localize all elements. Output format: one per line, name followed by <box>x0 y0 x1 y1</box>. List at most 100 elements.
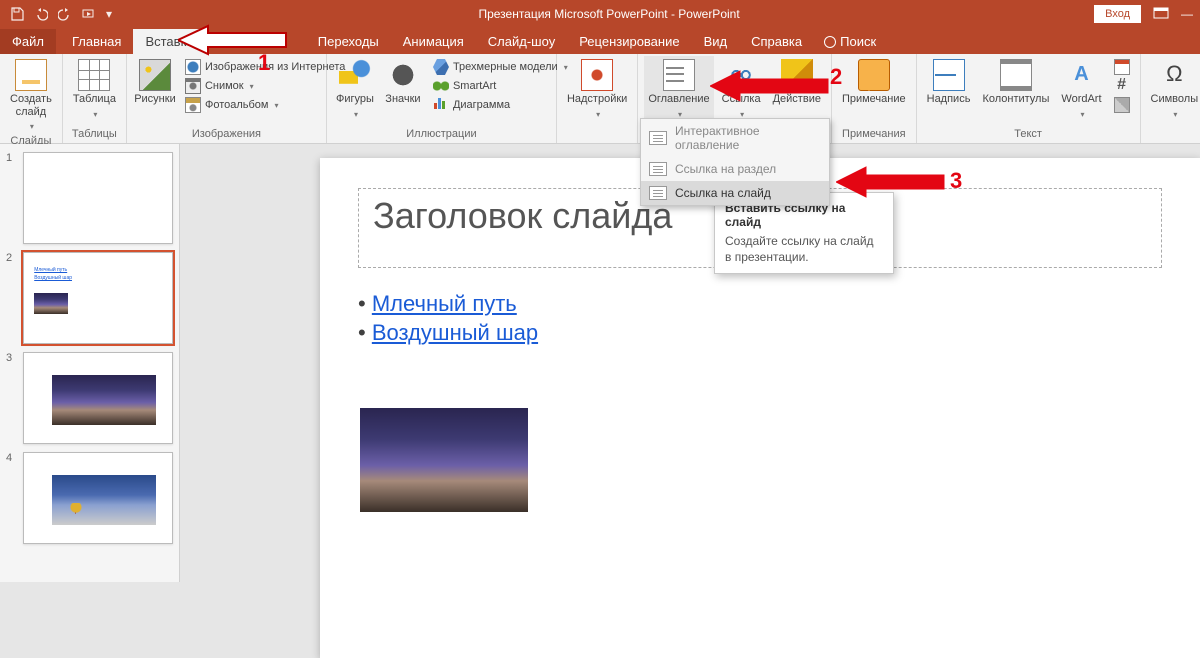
date-time-button[interactable] <box>1110 58 1134 76</box>
group-label: Текст <box>923 126 1134 143</box>
tell-me-search[interactable]: Поиск <box>814 29 886 54</box>
tab-home[interactable]: Главная <box>60 29 133 54</box>
slide-hyperlink-2[interactable]: Воздушный шар <box>372 320 538 345</box>
group-slides: Создать слайд Слайды <box>0 54 63 143</box>
thumbnail-row[interactable]: 3 <box>0 348 179 448</box>
slide-thumbnail-1[interactable] <box>23 152 173 244</box>
slide-edit-area[interactable]: Заголовок слайда Млечный путь Воздушный … <box>180 144 1200 582</box>
window-title: Презентация Microsoft PowerPoint - Power… <box>124 7 1094 21</box>
tab-insert[interactable]: Вставка <box>133 29 205 54</box>
dropdown-icon <box>1171 108 1177 121</box>
tab-slideshow[interactable]: Слайд-шоу <box>476 29 567 54</box>
link-icon <box>725 59 757 91</box>
slide-thumbnails-pane[interactable]: 1 2 Млечный путь Воздушный шар 3 4 <box>0 144 180 582</box>
shapes-button[interactable]: Фигуры <box>333 56 377 120</box>
redo-icon[interactable] <box>58 7 72 21</box>
toc-label: Оглавление <box>648 93 709 106</box>
chart-button[interactable]: Диаграмма <box>429 96 572 114</box>
symbols-button[interactable]: Ω Символы <box>1147 56 1200 120</box>
group-comments: Примечание Примечания <box>832 54 917 143</box>
link-button[interactable]: Ссылка <box>718 56 765 120</box>
dropdown-item-label: Ссылка на слайд <box>675 186 771 200</box>
dropdown-item-interactive-toc: Интерактивное оглавление <box>641 119 829 157</box>
mini-link: Воздушный шар <box>34 275 72 281</box>
undo-icon[interactable] <box>34 7 48 21</box>
group-label <box>563 138 631 143</box>
group-label: Изображения <box>133 126 320 143</box>
symbol-icon: Ω <box>1158 59 1190 91</box>
thumbnail-row[interactable]: 1 <box>0 148 179 248</box>
date-time-icon <box>1114 59 1130 75</box>
mini-image-icon <box>52 475 156 525</box>
symbol-label: Символы <box>1151 93 1199 106</box>
qat-customize-icon[interactable]: ▾ <box>106 7 114 21</box>
pictures-button[interactable]: Рисунки <box>133 56 177 106</box>
group-text: Надпись Колонтитулы AWordArt # Текст <box>917 54 1141 143</box>
annotation-number-1: 1 <box>258 50 270 76</box>
content-placeholder[interactable]: Млечный путь Воздушный шар <box>358 288 538 349</box>
action-icon <box>781 59 813 91</box>
photo-album-button[interactable]: Фотоальбом <box>181 96 349 114</box>
pictures-icon <box>139 59 171 91</box>
start-from-beginning-icon[interactable] <box>82 7 96 21</box>
ribbon-display-options-icon[interactable] <box>1153 7 1169 22</box>
wordart-button[interactable]: AWordArt <box>1057 56 1105 120</box>
action-button[interactable]: Действие <box>769 56 825 106</box>
tab-review[interactable]: Рецензирование <box>567 29 691 54</box>
screenshot-button[interactable]: Снимок <box>181 77 349 95</box>
header-footer-label: Колонтитулы <box>982 93 1049 106</box>
login-button[interactable]: Вход <box>1094 5 1141 23</box>
search-label: Поиск <box>840 34 876 49</box>
3d-models-button[interactable]: Трехмерные модели <box>429 58 572 76</box>
smartart-button[interactable]: SmartArt <box>429 77 572 95</box>
header-footer-icon <box>1000 59 1032 91</box>
slide-thumbnail-4[interactable] <box>23 452 173 544</box>
new-slide-button[interactable]: Создать слайд <box>6 56 56 133</box>
screenshot-label: Снимок <box>205 80 244 92</box>
slide-thumbnail-2[interactable]: Млечный путь Воздушный шар <box>23 252 173 344</box>
minimize-icon[interactable]: — <box>1181 7 1192 21</box>
slide-number: 1 <box>6 152 17 164</box>
chart-icon <box>433 97 449 113</box>
thumbnail-row[interactable]: 2 Млечный путь Воздушный шар <box>0 248 179 348</box>
comment-icon <box>858 59 890 91</box>
quick-access-toolbar: ▾ <box>0 7 124 21</box>
zoom-toc-button[interactable]: Оглавление <box>644 56 713 120</box>
wordart-icon: A <box>1065 59 1097 91</box>
new-slide-icon <box>15 59 47 91</box>
icons-label: Значки <box>385 93 420 106</box>
toc-item-icon <box>649 131 667 145</box>
slide-number-button[interactable]: # <box>1110 77 1134 95</box>
tab-animations[interactable]: Анимация <box>391 29 476 54</box>
table-icon <box>78 59 110 91</box>
header-footer-button[interactable]: Колонтитулы <box>978 56 1053 106</box>
object-button[interactable] <box>1110 96 1134 114</box>
slide-thumbnail-3[interactable] <box>23 352 173 444</box>
dropdown-item-slide-link[interactable]: Ссылка на слайд <box>641 181 829 205</box>
menu-bar: Файл Главная Вставка Переходы Анимация С… <box>0 28 1200 54</box>
textbox-button[interactable]: Надпись <box>923 56 975 106</box>
photo-album-label: Фотоальбом <box>205 99 269 111</box>
dropdown-icon <box>28 120 34 133</box>
addins-button[interactable]: Надстройки <box>563 56 631 120</box>
table-button[interactable]: Таблица <box>69 56 120 120</box>
icons-icon <box>387 59 419 91</box>
photo-album-icon <box>185 97 201 113</box>
toc-dropdown: Интерактивное оглавление Ссылка на разде… <box>640 118 830 206</box>
tab-transitions[interactable]: Переходы <box>306 29 391 54</box>
thumbnail-row[interactable]: 4 <box>0 448 179 548</box>
shapes-icon <box>339 59 371 91</box>
group-tables: Таблица Таблицы <box>63 54 127 143</box>
annotation-number-3: 3 <box>950 168 962 194</box>
comment-button[interactable]: Примечание <box>838 56 910 106</box>
tab-file[interactable]: Файл <box>0 29 56 54</box>
tab-help[interactable]: Справка <box>739 29 814 54</box>
group-images: Рисунки Изображения из Интернета Снимок … <box>127 54 327 143</box>
slide-hyperlink-1[interactable]: Млечный путь <box>372 291 517 316</box>
toc-icon <box>663 59 695 91</box>
3d-models-label: Трехмерные модели <box>453 61 558 73</box>
save-icon[interactable] <box>10 7 24 21</box>
icons-button[interactable]: Значки <box>381 56 425 106</box>
tab-view[interactable]: Вид <box>692 29 740 54</box>
slide-image[interactable] <box>360 408 528 512</box>
